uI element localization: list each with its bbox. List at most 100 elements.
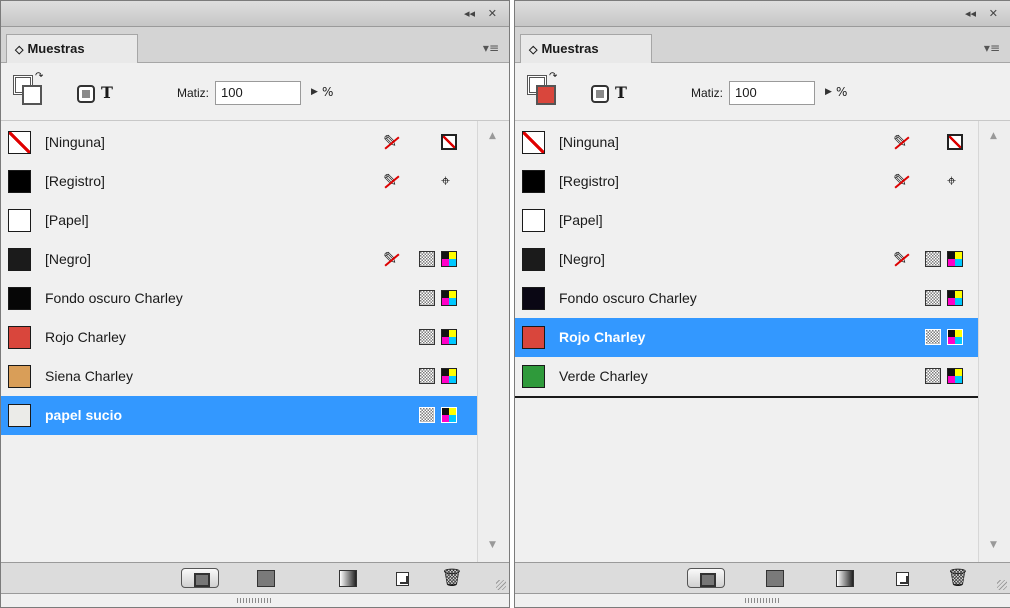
dock-grip-icon[interactable] <box>237 598 273 603</box>
panel-bottom-bar: 🗑 <box>1 562 509 594</box>
process-color-icon <box>419 290 435 306</box>
scroll-up-icon[interactable]: ▲ <box>990 131 997 141</box>
process-color-icon <box>925 251 941 267</box>
tint-unit: % <box>836 85 848 99</box>
fill-stroke-selector[interactable]: ↷ <box>13 71 43 109</box>
swatch-name: Fondo oscuro Charley <box>45 290 183 306</box>
swatch-name: [Ninguna] <box>559 134 619 150</box>
dock-grip-icon[interactable] <box>745 598 781 603</box>
tab-row: ◇ Muestras ▾≡ <box>1 27 509 63</box>
swatch-color-chip <box>8 326 31 349</box>
new-swatch-button[interactable] <box>396 572 409 586</box>
collapse-panel-icon[interactable]: ◂◂ <box>965 7 976 20</box>
show-gradient-swatches-button[interactable] <box>836 570 854 587</box>
tab-label: Muestras <box>541 41 599 56</box>
swatch-color-chip <box>522 365 545 388</box>
swatch-color-chip <box>8 365 31 388</box>
swatch-row[interactable]: Rojo Charley <box>1 318 479 357</box>
process-color-icon <box>419 407 435 423</box>
process-color-icon <box>925 368 941 384</box>
panel-menu-icon[interactable]: ▾≡ <box>483 41 499 55</box>
swatch-row[interactable]: [Registro] ✎ ⌖ <box>515 162 979 201</box>
tab-muestras[interactable]: ◇ Muestras <box>520 34 652 63</box>
scroll-down-icon[interactable]: ▼ <box>489 540 496 550</box>
registration-mark-icon: ⌖ <box>441 171 451 190</box>
swatch-list: [Ninguna] ✎ [Registro] ✎ ⌖ [Papel] [Negro] ✎ Fon… <box>515 121 979 562</box>
tint-label: Matiz: <box>177 86 210 100</box>
resize-grip-icon[interactable] <box>496 580 506 590</box>
swap-fill-stroke-icon[interactable]: ↷ <box>35 71 43 82</box>
tint-unit: % <box>322 85 334 99</box>
swatch-row[interactable]: Fondo oscuro Charley <box>1 279 479 318</box>
process-color-icon <box>419 251 435 267</box>
swatch-row[interactable]: [Registro] ✎ ⌖ <box>1 162 479 201</box>
formatting-affects-text-icon[interactable]: T <box>101 83 113 102</box>
swatch-color-chip <box>522 287 545 310</box>
process-color-icon <box>925 329 941 345</box>
swatch-name: Rojo Charley <box>559 329 646 345</box>
expand-arrows-icon: ◇ <box>15 44 24 56</box>
swatch-name: Rojo Charley <box>45 329 126 345</box>
show-all-swatches-button[interactable] <box>687 568 725 588</box>
swatch-color-chip <box>522 170 545 193</box>
tint-slider-arrow-icon[interactable]: ▶ <box>825 87 832 97</box>
show-gradient-swatches-button[interactable] <box>339 570 357 587</box>
swatch-name: [Negro] <box>559 251 605 267</box>
panel-titlebar[interactable]: ◂◂ ✕ <box>1 1 509 27</box>
new-swatch-button[interactable] <box>896 572 909 586</box>
swatch-row[interactable]: [Papel] <box>1 201 479 240</box>
tint-input[interactable]: 100 <box>729 81 815 105</box>
cannot-edit-icon: ✎ <box>893 171 908 191</box>
fill-box-icon[interactable] <box>22 85 42 105</box>
swap-fill-stroke-icon[interactable]: ↷ <box>549 71 557 82</box>
swatch-row[interactable]: Verde Charley <box>515 357 979 396</box>
delete-swatch-icon[interactable]: 🗑 <box>947 570 969 587</box>
tint-input[interactable]: 100 <box>215 81 301 105</box>
swatch-color-chip <box>522 326 545 349</box>
collapse-panel-icon[interactable]: ◂◂ <box>464 7 475 20</box>
formatting-affects-text-icon[interactable]: T <box>615 83 627 102</box>
tab-row: ◇ Muestras ▾≡ <box>515 27 1010 63</box>
swatch-row[interactable]: [Ninguna] ✎ <box>1 123 479 162</box>
swatch-toolbar: ↷ T Matiz: 100 ▶ % <box>1 63 509 121</box>
cannot-edit-icon: ✎ <box>383 171 398 191</box>
expand-arrows-icon: ◇ <box>529 44 538 56</box>
swatch-row[interactable]: [Negro] ✎ <box>515 240 979 279</box>
cmyk-mode-icon <box>441 329 457 345</box>
show-color-swatches-button[interactable] <box>766 570 784 587</box>
formatting-affects-container-icon[interactable] <box>591 85 609 103</box>
swatch-color-chip <box>8 248 31 271</box>
cannot-edit-icon: ✎ <box>383 249 398 269</box>
no-stroke-icon <box>441 134 457 150</box>
swatch-row[interactable]: Fondo oscuro Charley <box>515 279 979 318</box>
fill-stroke-selector[interactable]: ↷ <box>527 71 557 109</box>
swatch-row[interactable]: [Papel] <box>515 201 979 240</box>
swatch-row[interactable]: Rojo Charley <box>515 318 979 357</box>
resize-grip-icon[interactable] <box>997 580 1007 590</box>
swatch-row[interactable]: papel sucio <box>1 396 479 435</box>
swatch-row[interactable]: [Ninguna] ✎ <box>515 123 979 162</box>
swatch-row[interactable]: [Negro] ✎ <box>1 240 479 279</box>
close-panel-icon[interactable]: ✕ <box>488 7 497 20</box>
scroll-up-icon[interactable]: ▲ <box>489 131 496 141</box>
close-panel-icon[interactable]: ✕ <box>989 7 998 20</box>
scrollbar[interactable]: ▲ ▼ <box>477 121 509 562</box>
tab-label: Muestras <box>27 41 85 56</box>
tab-muestras[interactable]: ◇ Muestras <box>6 34 138 63</box>
panel-menu-icon[interactable]: ▾≡ <box>984 41 1000 55</box>
tint-slider-arrow-icon[interactable]: ▶ <box>311 87 318 97</box>
swatch-color-chip <box>8 131 31 154</box>
scrollbar[interactable]: ▲ ▼ <box>978 121 1010 562</box>
scroll-down-icon[interactable]: ▼ <box>990 540 997 550</box>
show-all-swatches-button[interactable] <box>181 568 219 588</box>
panel-titlebar[interactable]: ◂◂ ✕ <box>515 1 1010 27</box>
swatch-row[interactable]: Siena Charley <box>1 357 479 396</box>
fill-box-icon[interactable] <box>536 85 556 105</box>
cannot-edit-icon: ✎ <box>893 249 908 269</box>
show-color-swatches-button[interactable] <box>257 570 275 587</box>
formatting-affects-container-icon[interactable] <box>77 85 95 103</box>
swatch-name: [Negro] <box>45 251 91 267</box>
no-stroke-icon <box>947 134 963 150</box>
cmyk-mode-icon <box>947 368 963 384</box>
delete-swatch-icon[interactable]: 🗑 <box>441 570 463 587</box>
